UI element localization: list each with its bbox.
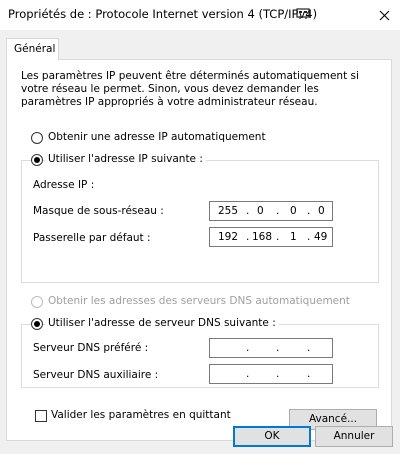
gateway-dot-3: .: [307, 231, 311, 243]
preferred-dns-dot-1: .: [246, 342, 250, 354]
gateway-input[interactable]: 192 . 168 . 1 . 49: [209, 227, 333, 247]
radio-ip-manual[interactable]: [31, 154, 43, 166]
alternate-dns-input[interactable]: . . .: [209, 364, 333, 384]
radio-ip-auto[interactable]: [31, 132, 43, 144]
subnet-dot-2: .: [276, 205, 280, 217]
alternate-dns-dot-3: .: [307, 368, 311, 380]
gateway-octet-3: 1: [290, 231, 297, 243]
close-icon: [379, 10, 389, 20]
gateway-octet-4: 49: [314, 231, 328, 243]
title-bar: Propriétés de : Protocole Internet versi…: [0, 0, 400, 30]
subnet-octet-1: 255: [218, 205, 239, 217]
window-title: Propriétés de : Protocole Internet versi…: [8, 7, 318, 21]
radio-dns-auto[interactable]: [31, 296, 43, 308]
subnet-octet-3: 0: [290, 205, 297, 217]
ip-address-label: Adresse IP :: [33, 179, 95, 191]
subnet-dot-3: .: [307, 205, 311, 217]
ok-button[interactable]: OK: [233, 426, 311, 447]
radio-dns-manual-label[interactable]: Utiliser l'adresse de serveur DNS suivan…: [45, 317, 279, 329]
gateway-dot-2: .: [276, 231, 280, 243]
subnet-mask-input[interactable]: 255 . 0 . 0 . 0: [209, 201, 333, 221]
radio-ip-auto-label[interactable]: Obtenir une adresse IP automatiquement: [48, 131, 266, 143]
radio-dns-auto-label[interactable]: Obtenir les adresses des serveurs DNS au…: [48, 295, 350, 307]
preferred-dns-dot-3: .: [307, 342, 311, 354]
subnet-octet-4: 0: [318, 205, 325, 217]
gateway-label: Passerelle par défaut :: [33, 232, 151, 244]
dialog-body: Général Les paramètres IP peuvent être d…: [0, 30, 400, 454]
close-button[interactable]: [368, 0, 400, 30]
network-adapter-icon: [296, 8, 310, 19]
preferred-dns-dot-2: .: [276, 342, 280, 354]
validate-checkbox-label[interactable]: Valider les paramètres en quittant: [51, 409, 231, 421]
cancel-button[interactable]: Annuler: [315, 426, 393, 447]
subnet-dot-1: .: [246, 205, 250, 217]
gateway-dot-1: .: [246, 231, 250, 243]
gateway-octet-1: 192: [218, 231, 239, 243]
subnet-label: Masque de sous-réseau :: [33, 205, 164, 217]
subnet-octet-2: 0: [257, 205, 264, 217]
gateway-octet-2: 168: [252, 231, 273, 243]
radio-dns-manual[interactable]: [31, 318, 43, 330]
validate-checkbox[interactable]: [35, 410, 47, 422]
alternate-dns-dot-1: .: [246, 368, 250, 380]
description-text: Les paramètres IP peuvent être déterminé…: [21, 70, 359, 108]
preferred-dns-label: Serveur DNS préféré :: [33, 342, 149, 354]
alternate-dns-label: Serveur DNS auxiliaire :: [33, 369, 159, 381]
general-panel: Les paramètres IP peuvent être déterminé…: [6, 59, 392, 441]
alternate-dns-dot-2: .: [276, 368, 280, 380]
preferred-dns-input[interactable]: . . .: [209, 338, 333, 358]
radio-ip-manual-label[interactable]: Utiliser l'adresse IP suivante :: [45, 153, 206, 165]
tab-general[interactable]: Général: [6, 38, 59, 60]
